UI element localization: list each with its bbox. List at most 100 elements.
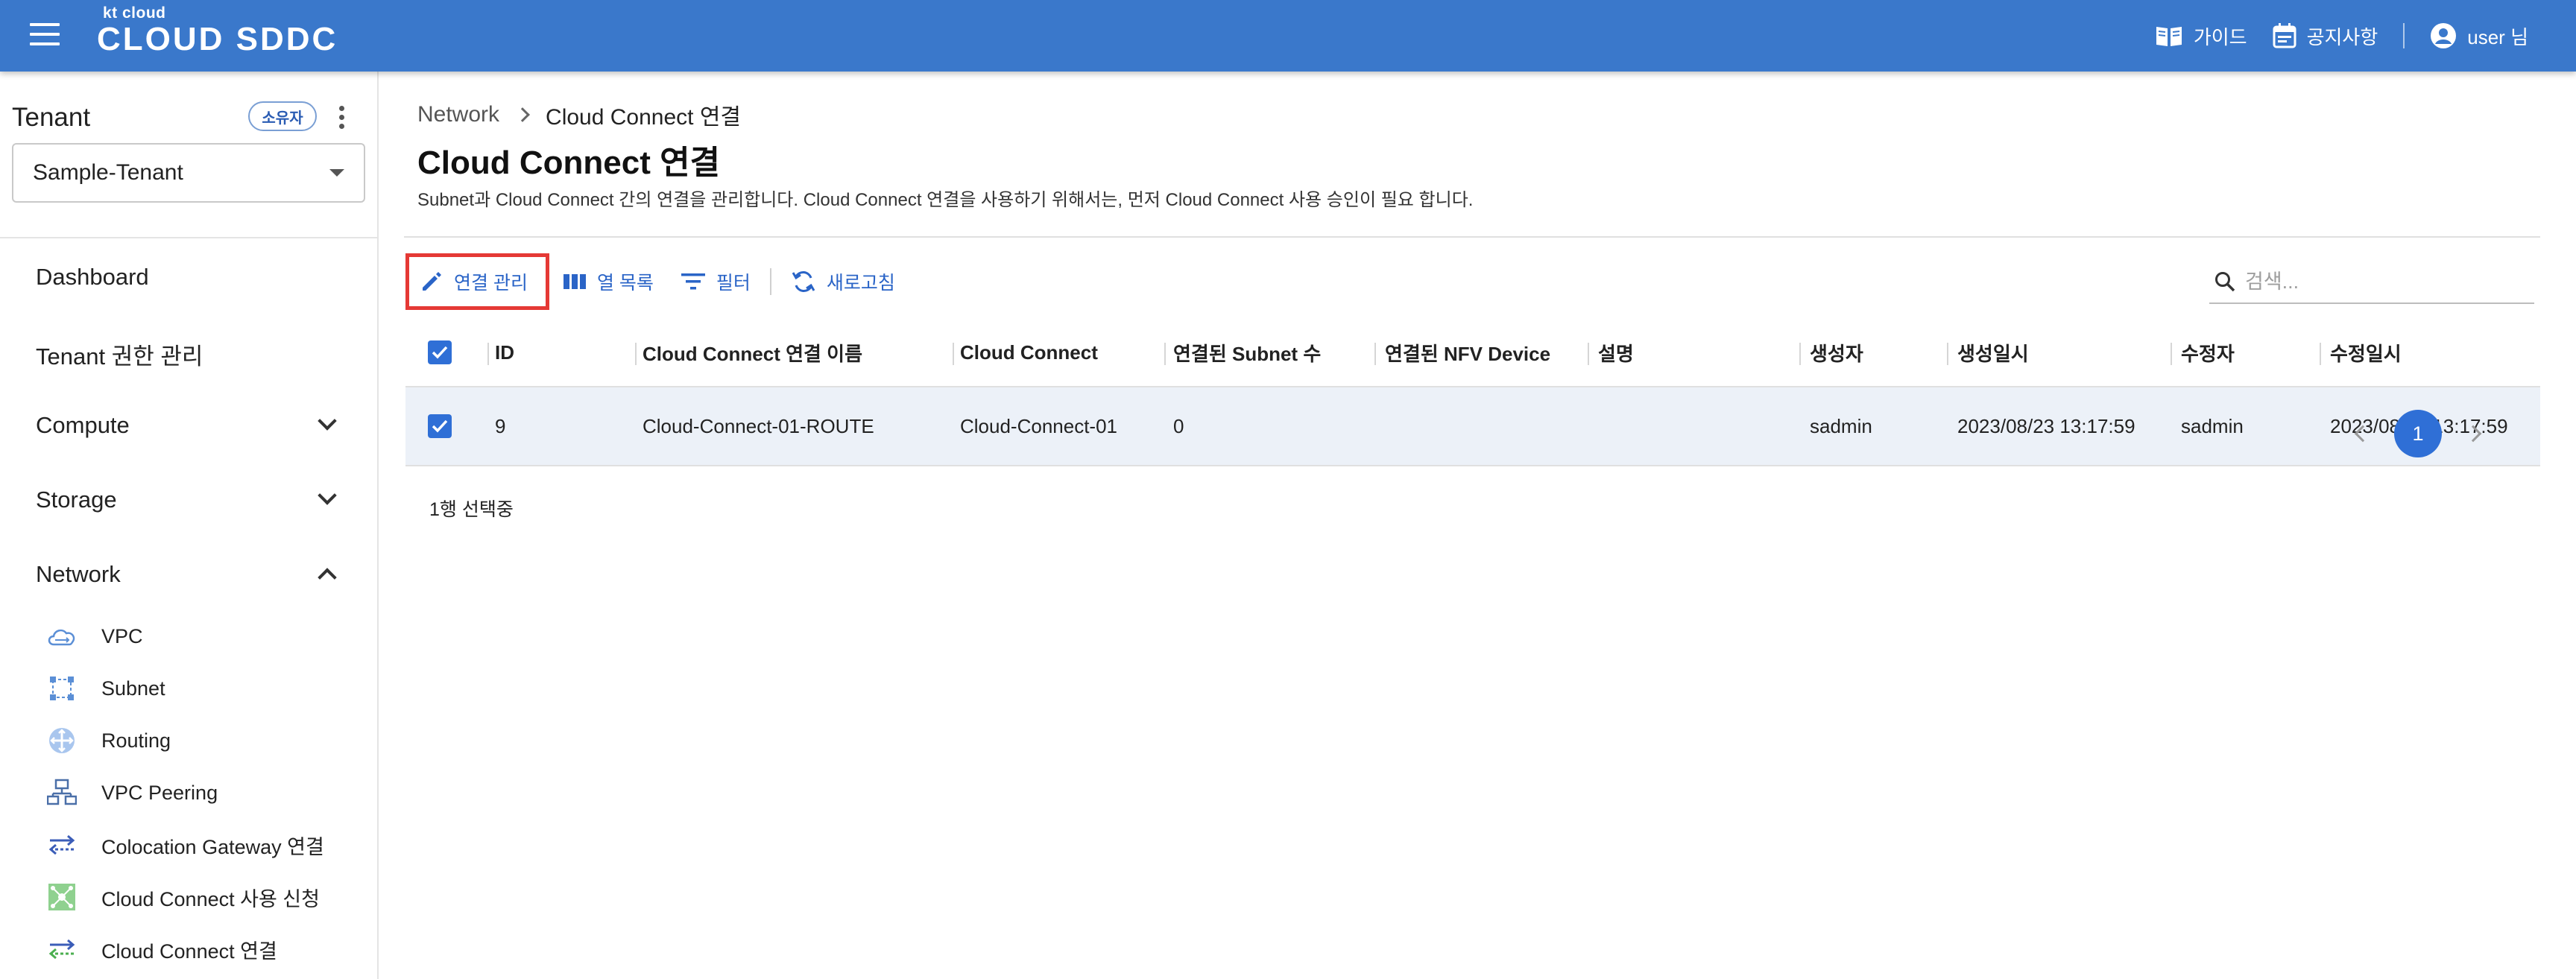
sidebar: Tenant 소유자 Sample-Tenant Dashboard Tenan…	[0, 72, 379, 979]
sidebar-subitem-subnet[interactable]: Subnet	[46, 672, 165, 705]
column-header-nfv-device[interactable]: 연결된 NFV Device	[1385, 319, 1550, 386]
user-menu[interactable]: user 님	[2430, 22, 2528, 50]
header-actions: 가이드 공지사항 user 님	[2130, 0, 2528, 72]
chevron-right-icon[interactable]	[2464, 425, 2482, 443]
page-description: Subnet과 Cloud Connect 간의 연결을 관리합니다. Clou…	[417, 190, 1474, 210]
sidebar-divider	[0, 237, 379, 238]
tenant-select[interactable]: Sample-Tenant	[12, 143, 365, 203]
column-separator[interactable]	[1588, 343, 1589, 365]
colocation-gateway-icon	[46, 831, 78, 858]
chevron-up-icon[interactable]	[318, 568, 337, 587]
cell-name: Cloud-Connect-01-ROUTE	[643, 414, 874, 437]
sidebar-subitem-cloud-connect-request[interactable]: Cloud Connect 사용 신청	[46, 881, 320, 913]
chevron-down-icon[interactable]	[318, 486, 337, 505]
sidebar-subitem-vpc-peering[interactable]: VPC Peering	[46, 776, 218, 809]
column-separator[interactable]	[1799, 343, 1801, 365]
manage-connection-button[interactable]: 연결 관리	[405, 253, 549, 310]
chevron-left-icon[interactable]	[2354, 425, 2372, 443]
sidebar-subitem-label: Cloud Connect 연결	[101, 940, 277, 963]
column-separator[interactable]	[2171, 343, 2172, 365]
column-separator[interactable]	[2320, 343, 2321, 365]
sidebar-subitem-label: VPC	[101, 624, 143, 647]
column-header-description[interactable]: 설명	[1598, 319, 1634, 386]
sidebar-subitem-label: Subnet	[101, 677, 165, 700]
sidebar-subitem-cloud-connect-link[interactable]: Cloud Connect 연결	[46, 933, 277, 966]
account-circle-icon	[2431, 23, 2457, 48]
sidebar-subitem-label: VPC Peering	[101, 781, 218, 804]
manage-connection-label: 연결 관리	[454, 273, 528, 294]
column-separator[interactable]	[1164, 343, 1166, 365]
filter-button[interactable]: 필터	[667, 253, 764, 310]
more-vert-icon[interactable]	[334, 106, 349, 131]
subnet-icon	[46, 675, 78, 702]
row-checkbox[interactable]	[428, 387, 452, 465]
notice-label: 공지사항	[2306, 25, 2378, 48]
guide-link[interactable]: 가이드	[2155, 22, 2247, 50]
column-header-created-at[interactable]: 생성일시	[1957, 319, 2029, 386]
cell-creator: sadmin	[1810, 414, 1872, 437]
pagination: 1	[2354, 410, 2482, 457]
sidebar-subitem-colocation-gateway[interactable]: Colocation Gateway 연결	[46, 828, 324, 861]
book-icon	[2156, 27, 2182, 46]
logo-brand[interactable]: CLOUD SDDC	[97, 21, 338, 58]
header-divider	[2403, 23, 2405, 48]
column-header-subnet-count[interactable]: 연결된 Subnet 수	[1173, 319, 1321, 386]
column-separator[interactable]	[635, 343, 637, 365]
notice-link[interactable]: 공지사항	[2273, 22, 2378, 50]
sidebar-subitem-vpc[interactable]: VPC	[46, 620, 143, 653]
main-content: Network Cloud Connect 연결 Cloud Connect 연…	[380, 72, 2576, 979]
breadcrumb-network[interactable]: Network	[417, 102, 499, 127]
toolbar-divider	[769, 268, 771, 295]
breadcrumb: Network Cloud Connect 연결	[417, 98, 741, 131]
cell-subnet-count: 0	[1173, 414, 1184, 437]
main-divider	[404, 236, 2540, 238]
page-button-current[interactable]: 1	[2394, 410, 2442, 457]
column-header-name[interactable]: Cloud Connect 연결 이름	[643, 319, 862, 386]
column-separator[interactable]	[1374, 343, 1376, 365]
filter-list-icon	[681, 273, 705, 290]
dropdown-arrow-icon	[329, 169, 344, 177]
page-title: Cloud Connect 연결	[417, 145, 721, 181]
sidebar-subitem-label: Cloud Connect 사용 신청	[101, 887, 320, 910]
column-header-creator[interactable]: 생성자	[1810, 319, 1863, 386]
cell-created-at: 2023/08/23 13:17:59	[1957, 414, 2135, 437]
sidebar-item-compute[interactable]: Compute	[36, 412, 130, 439]
columns-label: 열 목록	[596, 273, 654, 294]
view-column-icon	[563, 274, 586, 289]
column-header-id[interactable]: ID	[495, 319, 514, 386]
table-toolbar: 연결 관리 열 목록 필터 새로고침	[405, 253, 909, 310]
user-label: user 님	[2467, 25, 2528, 48]
routing-icon	[46, 727, 78, 754]
sidebar-item-dashboard[interactable]: Dashboard	[36, 264, 149, 291]
search-input[interactable]	[2245, 270, 2513, 294]
refresh-button[interactable]: 새로고침	[777, 253, 909, 310]
column-header-modified-at[interactable]: 수정일시	[2330, 319, 2402, 386]
column-header-modifier[interactable]: 수정자	[2181, 319, 2235, 386]
sidebar-item-tenant-auth[interactable]: Tenant 권한 관리	[36, 338, 203, 371]
search-field	[2209, 261, 2534, 304]
chevron-down-icon[interactable]	[318, 411, 337, 431]
column-separator[interactable]	[953, 343, 954, 365]
sidebar-item-network[interactable]: Network	[36, 561, 121, 588]
sidebar-subitem-routing[interactable]: Routing	[46, 724, 171, 757]
tenant-select-value: Sample-Tenant	[33, 160, 183, 185]
top-app-bar: kt cloud CLOUD SDDC 가이드 공지사항 user 님	[0, 0, 2576, 72]
cloud-connect-request-icon	[46, 884, 78, 910]
column-separator[interactable]	[1947, 343, 1948, 365]
pencil-icon	[423, 272, 441, 291]
select-all-checkbox[interactable]	[428, 319, 452, 386]
vpc-peering-icon	[46, 779, 78, 806]
sidebar-subitem-label: Colocation Gateway 연결	[101, 835, 324, 858]
vpc-cloud-icon	[46, 623, 78, 650]
sidebar-item-storage[interactable]: Storage	[36, 487, 117, 513]
logo-brand-small: kt cloud	[103, 4, 166, 22]
refresh-label: 새로고침	[826, 273, 895, 294]
columns-button[interactable]: 열 목록	[549, 253, 667, 310]
checkbox-checked-icon	[428, 414, 452, 438]
sidebar-subitem-label: Routing	[101, 729, 171, 752]
column-header-cloud-connect[interactable]: Cloud Connect	[960, 319, 1098, 386]
column-separator[interactable]	[487, 343, 489, 365]
menu-icon[interactable]	[30, 23, 60, 48]
table-row[interactable]: 9 Cloud-Connect-01-ROUTE Cloud-Connect-0…	[405, 387, 2540, 466]
calendar-icon	[2273, 23, 2296, 48]
